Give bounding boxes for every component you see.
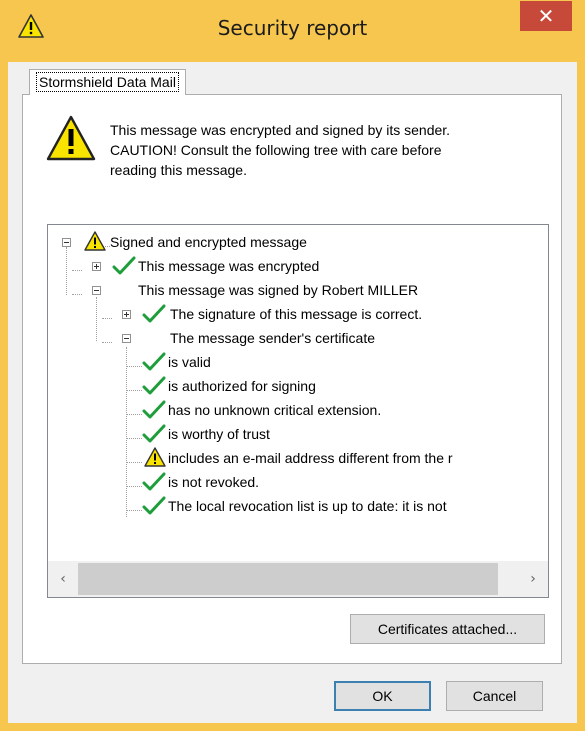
chevron-left-icon: ‹ xyxy=(60,571,66,587)
horizontal-scrollbar[interactable]: ‹ › xyxy=(48,561,548,597)
tree-connector xyxy=(102,318,112,319)
expand-toggle[interactable] xyxy=(122,310,131,319)
tree-connector xyxy=(126,462,142,463)
tree-connector xyxy=(72,270,82,271)
checkmark-icon xyxy=(142,496,166,515)
scroll-left-button[interactable]: ‹ xyxy=(48,561,78,597)
tree-node-label[interactable]: Signed and encrypted message xyxy=(110,230,307,254)
tree-connector xyxy=(66,247,67,295)
security-report-window: Security report ✕ Stormshield Data Mail … xyxy=(0,0,585,731)
tree-node-label[interactable]: This message was encrypted xyxy=(138,254,319,278)
security-tree-view[interactable]: Signed and encrypted message This messag… xyxy=(47,224,549,598)
ok-button[interactable]: OK xyxy=(334,681,431,711)
tree-connector xyxy=(126,510,142,511)
scroll-thumb[interactable] xyxy=(78,563,498,595)
tree-connector xyxy=(126,347,127,517)
tree-connector xyxy=(72,294,82,295)
tab-label: Stormshield Data Mail xyxy=(36,72,179,92)
intro-line: reading this message. xyxy=(110,162,247,178)
close-button[interactable]: ✕ xyxy=(520,1,572,31)
collapse-toggle[interactable] xyxy=(122,334,131,343)
intro-line: This message was encrypted and signed by… xyxy=(110,122,451,138)
intro-line: CAUTION! Consult the following tree with… xyxy=(110,142,442,158)
intro-message: This message was encrypted and signed by… xyxy=(110,120,550,180)
certificates-attached-button[interactable]: Certificates attached... xyxy=(350,614,545,644)
checkmark-icon xyxy=(142,424,166,443)
tree-node-label[interactable]: is not revoked. xyxy=(168,470,259,494)
warning-icon xyxy=(84,231,106,251)
checkmark-icon xyxy=(142,376,166,395)
tree-connector xyxy=(102,342,112,343)
scroll-right-button[interactable]: › xyxy=(518,561,548,597)
checkmark-icon xyxy=(142,304,166,323)
expand-toggle[interactable] xyxy=(92,262,101,271)
checkmark-icon xyxy=(112,256,136,275)
ok-label: OK xyxy=(372,688,393,704)
tree-node-label[interactable]: The signature of this message is correct… xyxy=(170,302,422,326)
tree-node-label[interactable]: is authorized for signing xyxy=(168,374,316,398)
close-icon: ✕ xyxy=(537,4,555,28)
window-title: Security report xyxy=(217,16,368,40)
cancel-label: Cancel xyxy=(472,688,517,704)
tree-node-label[interactable]: includes an e-mail address different fro… xyxy=(168,446,453,470)
tree-connector xyxy=(126,366,142,367)
warning-icon xyxy=(144,447,166,467)
tree-node-label[interactable]: has no unknown critical extension. xyxy=(168,398,381,422)
title-bar[interactable]: Security report ✕ xyxy=(0,0,585,62)
tree-connector xyxy=(126,414,142,415)
collapse-toggle[interactable] xyxy=(92,286,101,295)
warning-icon xyxy=(46,115,96,161)
tree-node-label[interactable]: is worthy of trust xyxy=(168,422,270,446)
collapse-toggle[interactable] xyxy=(62,238,71,247)
tree-node-label[interactable]: is valid xyxy=(168,350,211,374)
tree-node-label[interactable]: This message was signed by Robert MILLER xyxy=(138,278,418,302)
checkmark-icon xyxy=(142,472,166,491)
chevron-right-icon: › xyxy=(530,571,536,587)
tab-stormshield-data-mail[interactable]: Stormshield Data Mail xyxy=(29,69,186,95)
tree-connector xyxy=(126,390,142,391)
tree-connector xyxy=(126,438,142,439)
checkmark-icon xyxy=(142,352,166,371)
tree-node-label[interactable]: The local revocation list is up to date:… xyxy=(168,494,447,518)
tree-connector xyxy=(126,486,142,487)
tree-node-label[interactable]: The message sender's certificate xyxy=(170,326,375,350)
certificates-attached-label: Certificates attached... xyxy=(377,621,518,637)
tree-connector xyxy=(96,297,97,341)
checkmark-icon xyxy=(142,400,166,419)
cancel-button[interactable]: Cancel xyxy=(446,681,543,711)
